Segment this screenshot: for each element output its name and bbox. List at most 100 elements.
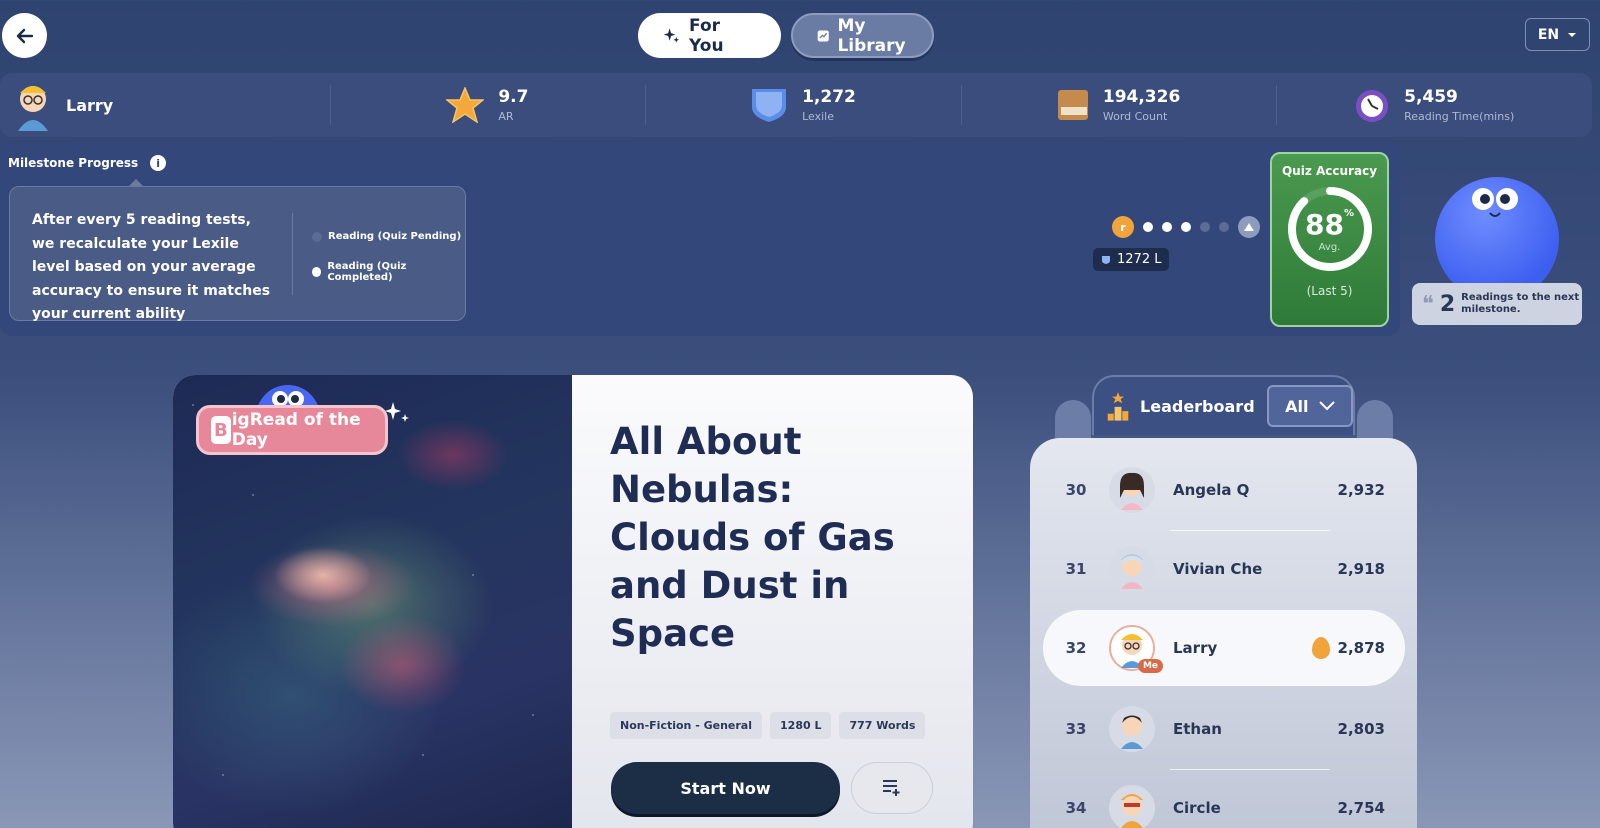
word-count-label: Word Count bbox=[1102, 110, 1168, 123]
player-name: Circle bbox=[1173, 799, 1221, 817]
completed-dot-icon bbox=[312, 267, 322, 277]
rank: 31 bbox=[1065, 560, 1087, 578]
player-name: Larry bbox=[1173, 639, 1218, 657]
language-label: EN bbox=[1537, 26, 1560, 43]
chart-icon bbox=[817, 29, 829, 42]
leaderboard-row[interactable]: 30 Angela Q 2,932 bbox=[1043, 452, 1405, 528]
ar-label: AR bbox=[498, 110, 514, 123]
tab-label: My Library bbox=[837, 15, 906, 56]
book-card[interactable]: B igRead of the Day All About Nebulas: C… bbox=[173, 375, 973, 828]
quiz-accuracy-card: Quiz Accuracy 88% Avg. (Last 5) bbox=[1270, 152, 1389, 327]
tag-genre: Non-Fiction - General bbox=[610, 712, 763, 739]
leaderboard-header: Leaderboard All bbox=[1092, 375, 1355, 435]
bigread-of-the-day-badge: B igRead of the Day bbox=[196, 402, 409, 455]
chevron-down-icon bbox=[1318, 401, 1335, 411]
quiz-unit: % bbox=[1343, 208, 1354, 219]
player-score: 2,918 bbox=[1337, 560, 1385, 578]
player-name: Angela Q bbox=[1173, 481, 1250, 499]
tab-my-library[interactable]: My Library bbox=[791, 13, 934, 58]
quiz-title: Quiz Accuracy bbox=[1281, 164, 1378, 178]
legend-pending: Reading (Quiz Pending) bbox=[312, 231, 465, 242]
progress-dot-pending bbox=[1219, 222, 1229, 232]
leaderboard-filter-select[interactable]: All bbox=[1266, 385, 1353, 427]
back-button[interactable] bbox=[2, 13, 47, 58]
progress-dot-completed bbox=[1162, 222, 1172, 232]
book-icon bbox=[1057, 90, 1088, 120]
avatar bbox=[1109, 467, 1155, 513]
sparkle-icon bbox=[385, 402, 409, 422]
avatar bbox=[18, 86, 48, 131]
chevron-down-icon bbox=[1568, 32, 1577, 37]
user-name: Larry bbox=[66, 95, 114, 115]
stat-lexile: 1,272 Lexile bbox=[645, 73, 961, 137]
current-position-icon: r bbox=[1112, 216, 1134, 238]
player-name: Vivian Che bbox=[1173, 560, 1263, 578]
stat-reading-time: 5,459 Reading Time(mins) bbox=[1276, 73, 1592, 137]
avatar bbox=[1109, 785, 1155, 828]
leaderboard-row[interactable]: 31 Vivian Che 2,918 bbox=[1043, 531, 1405, 607]
language-select[interactable]: EN bbox=[1525, 18, 1590, 51]
lexile-badge: 1272 L bbox=[1093, 248, 1170, 271]
add-to-list-button[interactable] bbox=[851, 762, 933, 814]
sparkle-icon bbox=[663, 27, 680, 43]
pending-dot-icon bbox=[312, 231, 322, 242]
clock-icon bbox=[1356, 90, 1389, 122]
player-score: 2,803 bbox=[1337, 720, 1385, 738]
lexile-label: Lexile bbox=[802, 110, 834, 123]
reading-time-label: Reading Time(mins) bbox=[1404, 110, 1515, 123]
leaderboard-row[interactable]: 34 Circle 2,754 bbox=[1043, 770, 1405, 828]
legend-label: Reading (Quiz Completed) bbox=[327, 261, 407, 283]
rank: 30 bbox=[1065, 481, 1087, 499]
avatar: Me bbox=[1109, 625, 1163, 673]
tag-lexile: 1280 L bbox=[770, 712, 832, 739]
arrow-left-icon bbox=[16, 28, 33, 43]
tooltip-text: After every 5 reading tests, we recalcul… bbox=[32, 212, 271, 322]
player-score-group: 2,878 bbox=[1311, 637, 1385, 659]
rank: 32 bbox=[1065, 639, 1087, 657]
shield-icon bbox=[1102, 255, 1110, 264]
reading-time-value: 5,459 bbox=[1404, 87, 1458, 107]
next-milestone-card: ❝ 2 Readings to the next milestone. bbox=[1412, 283, 1582, 325]
flame-icon bbox=[1311, 637, 1330, 659]
player-score: 2,878 bbox=[1337, 639, 1385, 657]
avatar bbox=[1109, 706, 1155, 752]
quiz-value-number: 88 bbox=[1305, 208, 1344, 241]
rank: 34 bbox=[1065, 799, 1087, 817]
legend-completed: Reading (Quiz Completed) bbox=[312, 261, 465, 283]
tab-for-you[interactable]: For You bbox=[638, 13, 781, 58]
milestone-title: Milestone Progress i bbox=[8, 155, 167, 171]
filter-label: All bbox=[1285, 396, 1309, 416]
progress-dot-completed bbox=[1143, 222, 1153, 232]
leaderboard-list[interactable]: 30 Angela Q 2,932 31 Vivian Che 2,918 32… bbox=[1030, 438, 1417, 828]
stats-bar: Larry 9.7 AR 1,272 Lexile 194,326 Word Coun… bbox=[0, 73, 1592, 137]
leaderboard-row-me[interactable]: 32 Me Larry 2,878 bbox=[1043, 610, 1405, 686]
main-tabs: For You My Library bbox=[638, 13, 934, 58]
milestone-panel: Milestone Progress i After every 5 readi… bbox=[0, 143, 1400, 336]
ar-value: 9.7 bbox=[498, 87, 529, 107]
lexile-badge-text: 1272 L bbox=[1117, 252, 1162, 267]
progress-dot-completed bbox=[1181, 222, 1191, 232]
user-profile[interactable]: Larry bbox=[0, 73, 330, 137]
badge-letter: B bbox=[211, 416, 231, 444]
stat-ar: 9.7 AR bbox=[329, 73, 646, 137]
next-milestone-text: Readings to the next milestone. bbox=[1461, 292, 1580, 315]
milestone-tooltip: After every 5 reading tests, we recalcul… bbox=[9, 179, 466, 322]
leaderboard-ring-right bbox=[1357, 400, 1393, 440]
player-score: 2,932 bbox=[1337, 481, 1385, 499]
badge-text: igRead of the Day bbox=[231, 410, 361, 450]
leaderboard-row[interactable]: 33 Ethan 2,803 bbox=[1043, 691, 1405, 767]
info-icon[interactable]: i bbox=[150, 155, 167, 171]
player-name: Ethan bbox=[1173, 720, 1222, 738]
playlist-add-icon bbox=[883, 780, 900, 796]
next-milestone-count: 2 bbox=[1439, 291, 1456, 317]
trophy-icon bbox=[1107, 392, 1129, 421]
legend: Reading (Quiz Pending) Reading (Quiz Com… bbox=[312, 231, 465, 302]
start-now-button[interactable]: Start Now bbox=[611, 762, 840, 814]
progress-dot-pending bbox=[1200, 222, 1210, 232]
quiz-ring: 88% Avg. bbox=[1285, 184, 1375, 274]
milestone-up-icon bbox=[1238, 216, 1260, 238]
player-score: 2,754 bbox=[1337, 799, 1385, 817]
milestone-progress-track: r bbox=[1112, 216, 1260, 238]
tag-word-count: 777 Words bbox=[839, 712, 926, 739]
milestone-title-text: Milestone Progress bbox=[8, 156, 139, 170]
